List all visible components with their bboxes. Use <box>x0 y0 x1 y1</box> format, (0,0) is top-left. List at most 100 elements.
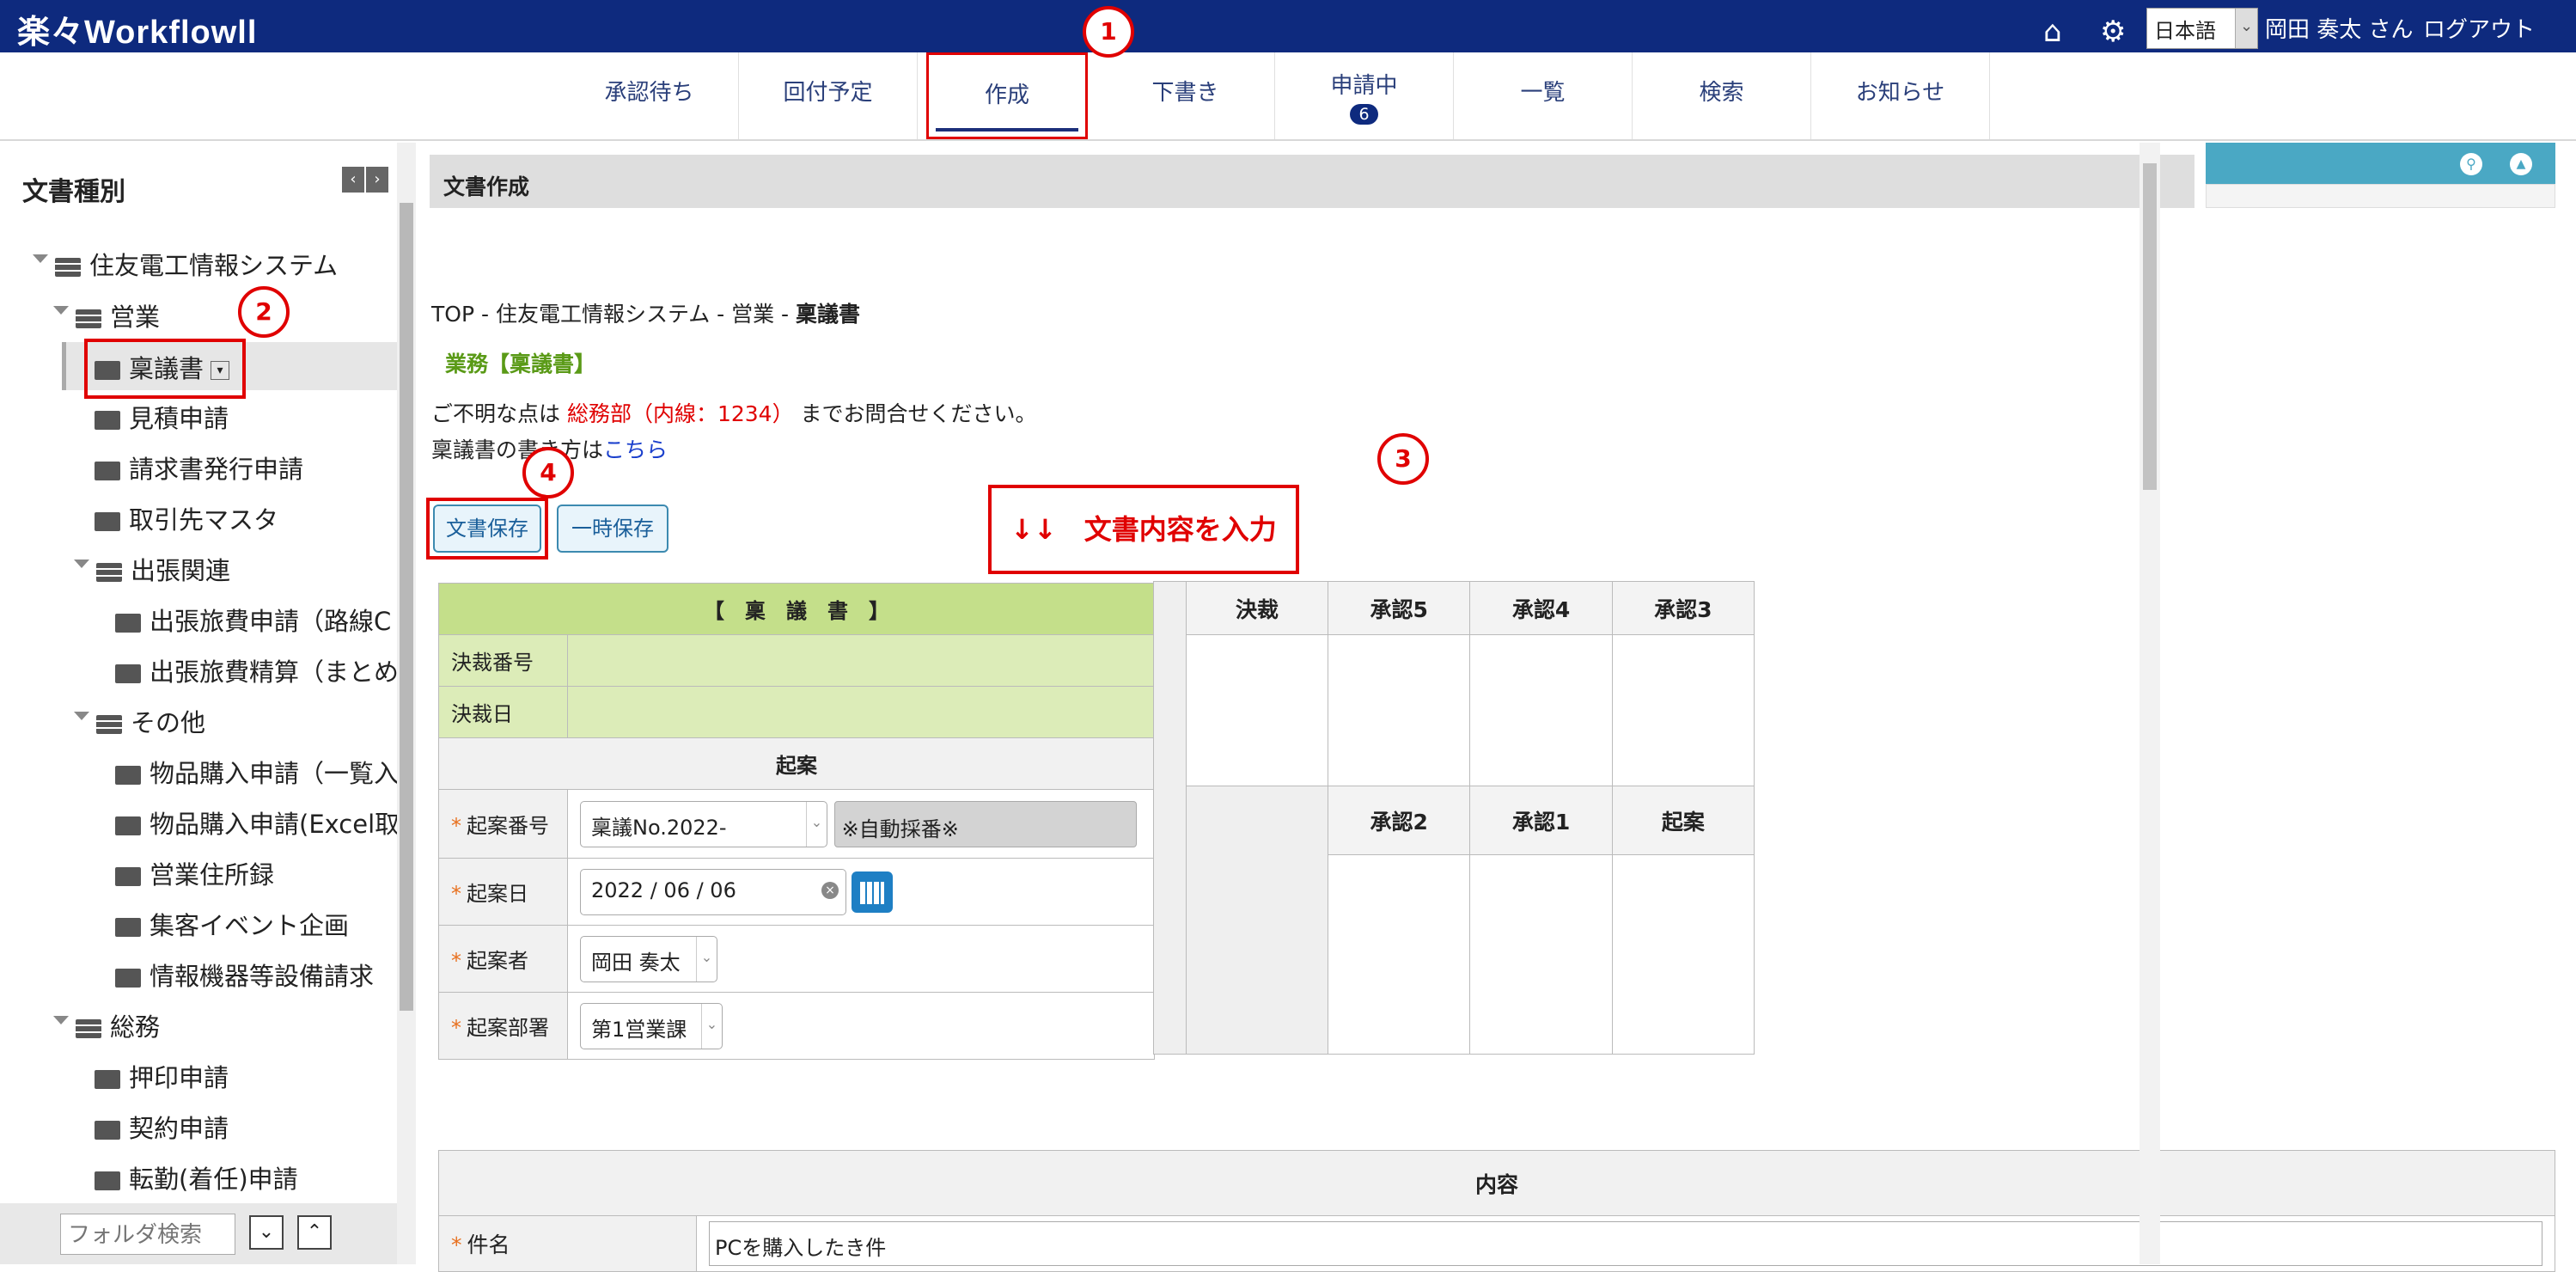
tree-label: 取引先マスタ <box>129 505 279 535</box>
chevron-right-icon[interactable]: › <box>366 167 388 193</box>
chevron-down-icon[interactable]: ⌄ <box>249 1215 284 1250</box>
chevron-down-icon: ⌄ <box>2235 9 2257 48</box>
scrollbar-thumb[interactable] <box>400 203 413 1011</box>
page-scrollbar[interactable] <box>2140 143 2160 1264</box>
form-title: 【 稟 議 書 】 <box>438 583 1155 635</box>
approval-cell <box>1185 634 1329 786</box>
tree-item-seal[interactable]: 押印申請 <box>95 1058 229 1094</box>
tab-label: お知らせ <box>1855 80 1945 106</box>
contact-note: ご不明な点は 総務部（内線：1234） までお問合せください。 <box>431 397 1037 428</box>
database-icon <box>55 258 81 277</box>
tree-item-company[interactable]: 住友電工情報システム <box>33 246 338 282</box>
tree-item-business-trip[interactable]: 出張関連 <box>74 551 230 587</box>
tree-item-contract[interactable]: 契約申請 <box>95 1109 229 1145</box>
tree-item-it-equipment[interactable]: 情報機器等設備請求 <box>115 957 374 993</box>
dept-select[interactable]: 第1営業課 ⌄ <box>580 1002 723 1049</box>
contact-dept: 総務部（内線：1234） <box>566 401 794 426</box>
tree-item-sales-address[interactable]: 営業住所録 <box>115 855 274 891</box>
tab-approval-pending[interactable]: 承認待ち <box>560 52 739 139</box>
logout-link[interactable]: ログアウト <box>2423 12 2535 44</box>
sidebar-scrollbar[interactable] <box>397 143 416 1264</box>
master-icon <box>95 512 120 531</box>
drafter-select[interactable]: 岡田 奏太 ⌄ <box>580 935 717 982</box>
tree-item-event[interactable]: 集客イベント企画 <box>115 906 349 942</box>
tree-item-estimate[interactable]: 見積申請 <box>95 399 229 435</box>
approval-empty <box>1185 786 1329 1055</box>
clear-icon[interactable]: × <box>821 881 839 899</box>
approval-header: 承認5 <box>1328 581 1471 635</box>
draft-date-value: 2022 / 06 / 06 <box>591 878 736 902</box>
tree-item-other[interactable]: その他 <box>74 703 206 739</box>
chevron-left-icon[interactable]: ‹ <box>342 167 364 193</box>
draft-section-title: 起案 <box>438 737 1155 790</box>
language-select[interactable]: 日本語 ⌄ <box>2146 8 2258 49</box>
temp-save-button[interactable]: 一時保存 <box>557 505 668 553</box>
tree-label: その他 <box>131 708 206 737</box>
tab-label: 回付予定 <box>783 80 873 106</box>
tree-item-trip-application[interactable]: 出張旅費申請（路線C <box>115 602 391 638</box>
tree-item-purchase-list[interactable]: 物品購入申請（一覧入 <box>115 754 399 790</box>
subject-label: 件名 <box>467 1232 510 1257</box>
breadcrumb-path[interactable]: TOP - 住友電工情報システム - 営業 - <box>431 302 796 327</box>
tab-list[interactable]: 一覧 <box>1454 52 1633 139</box>
user-name: 岡田 奏太 さん <box>2265 17 2414 43</box>
tree-item-purchase-excel[interactable]: 物品購入申請(Excel取 <box>115 804 400 841</box>
tab-drafts[interactable]: 下書き <box>1096 52 1275 139</box>
approval-cell <box>1328 854 1471 1055</box>
folder-icon <box>95 1171 120 1190</box>
home-icon[interactable]: ⌂ <box>2043 17 2062 46</box>
gear-icon[interactable]: ⚙ <box>2100 17 2126 46</box>
tab-notices[interactable]: お知らせ <box>1811 52 1990 139</box>
callout-badge: 1 <box>1083 6 1134 58</box>
scrollbar-thumb[interactable] <box>2143 163 2157 490</box>
count-badge: 6 <box>1350 104 1378 125</box>
sidebar-footer: ⌄ ⌃ <box>0 1203 397 1264</box>
tree-label: 転勤(着任)申請 <box>129 1165 298 1194</box>
main-nav: 承認待ち 回付予定 作成 下書き 申請中 6 一覧 検索 お知らせ <box>0 52 2576 141</box>
app-logo[interactable]: 楽々Workflowll <box>17 5 257 52</box>
folder-search-input[interactable] <box>60 1214 235 1255</box>
tree-item-general-affairs[interactable]: 総務 <box>53 1007 160 1043</box>
tree-label: 営業住所録 <box>150 860 275 890</box>
tab-label: 下書き <box>1151 80 1219 106</box>
link-icon[interactable]: ⚲ <box>2460 153 2482 175</box>
decision-no-label: 決裁番号 <box>438 634 568 687</box>
active-tab-underline <box>936 128 1078 131</box>
folder-icon <box>95 1121 120 1140</box>
subject-input[interactable]: PCを購入したき件 <box>709 1221 2542 1266</box>
chevron-down-icon: ⌄ <box>701 1003 722 1049</box>
tree-label: 物品購入申請(Excel取 <box>150 810 400 839</box>
folder-icon <box>115 664 141 683</box>
drafter-label: 起案者 <box>467 949 528 973</box>
tree-item-invoice[interactable]: 請求書発行申請 <box>95 449 303 486</box>
tab-label: 申請中 <box>1330 73 1398 99</box>
side-panel-header: ⚲ ▲ <box>2206 143 2555 184</box>
tab-label: 一覧 <box>1520 80 1566 106</box>
tab-create[interactable]: 作成 <box>926 52 1088 139</box>
draft-no-select[interactable]: 稟議No.2022- ⌄ <box>580 800 827 847</box>
approval-cell <box>1469 634 1613 786</box>
tab-applying[interactable]: 申請中 6 <box>1275 52 1454 139</box>
draft-date-input[interactable]: 2022 / 06 / 06 × <box>580 868 846 915</box>
callout-badge: 2 <box>238 286 290 338</box>
folder-icon <box>115 816 141 835</box>
decision-date-label: 決裁日 <box>438 686 568 738</box>
folder-icon <box>115 867 141 886</box>
tab-circulation[interactable]: 回付予定 <box>739 52 918 139</box>
tree-item-sales[interactable]: 営業 <box>53 297 160 333</box>
side-panel-scroll[interactable] <box>2206 184 2555 208</box>
collapse-up-icon[interactable]: ▲ <box>2510 153 2532 175</box>
database-icon <box>76 1019 101 1038</box>
highlight-box <box>426 498 548 560</box>
chevron-up-icon[interactable]: ⌃ <box>297 1215 332 1250</box>
subject-value: PCを購入したき件 <box>715 1236 887 1260</box>
approval-spacer <box>1153 581 1187 1055</box>
draft-no-label: 起案番号 <box>467 814 549 838</box>
calendar-icon[interactable] <box>852 871 893 913</box>
tree-item-trip-settlement[interactable]: 出張旅費精算（まとめ <box>115 652 399 688</box>
decision-no-value <box>567 634 1155 687</box>
howto-link[interactable]: こちら <box>603 437 668 462</box>
tree-item-transfer[interactable]: 転勤(着任)申請 <box>95 1159 298 1196</box>
tree-item-client-master[interactable]: 取引先マスタ <box>95 500 278 536</box>
tab-search[interactable]: 検索 <box>1633 52 1811 139</box>
